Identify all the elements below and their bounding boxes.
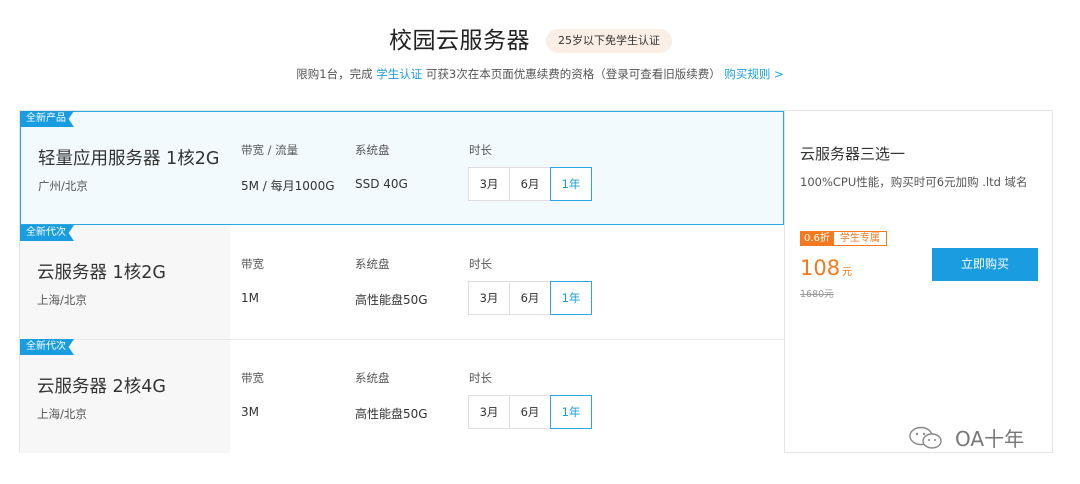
offer-description: 100%CPU性能，购买时可6元加购 .ltd 域名 [800,175,1028,189]
product-card-cvm-1c2g[interactable]: 全新代次 云服务器 1核2G 上海/北京 带宽 1M 系统盘 高性能盘50G 时… [20,225,784,339]
product-name: 云服务器 1核2G [37,263,166,283]
bandwidth-value: 5M / 每月1000G [241,179,335,193]
discount-rate: 0.6折 [800,231,834,246]
new-generation-tag: 全新代次 [20,225,74,241]
product-region: 广州/北京 [38,179,88,193]
duration-selector: 3月 6月 1年 [468,281,592,315]
page-title: 校园云服务器 [389,28,530,54]
watermark: OA十年 [907,423,1024,452]
student-badge: 25岁以下免学生认证 [546,29,672,53]
purchase-sidebar: 云服务器三选一 100%CPU性能，购买时可6元加购 .ltd 域名 0.6折 … [784,111,1052,452]
new-product-tag: 全新产品 [20,111,74,127]
disk-label: 系统盘 [355,143,390,157]
duration-option-1y[interactable]: 1年 [550,395,592,429]
watermark-text: OA十年 [955,427,1025,451]
disk-value: 高性能盘50G [355,293,428,307]
notice-text-start: 限购1台，完成 [296,67,377,81]
product-name: 云服务器 2核4G [37,377,166,397]
duration-label: 时长 [469,371,492,385]
duration-selector: 3月 6月 1年 [468,167,592,201]
discount-badge: 0.6折 学生专属 [800,231,887,246]
current-price: 108 元 [800,256,852,280]
new-generation-tag: 全新代次 [20,339,74,355]
disk-value: SSD 40G [355,177,408,191]
original-price: 1680元 [800,289,834,300]
duration-option-6m[interactable]: 6月 [509,167,551,201]
duration-option-3m[interactable]: 3月 [468,395,510,429]
purchase-rules-link[interactable]: 购买规则 > [724,67,783,81]
buy-now-button[interactable]: 立即购买 [932,248,1038,281]
bandwidth-value: 1M [241,291,259,305]
product-panel: 全新产品 轻量应用服务器 1核2G 广州/北京 带宽 / 流量 5M / 每月1… [19,110,1053,453]
product-name: 轻量应用服务器 1核2G [38,149,220,169]
duration-label: 时长 [469,257,492,271]
price-unit: 元 [842,267,853,278]
notice-text-middle: 可获3次在本页面优惠续费的资格（登录可查看旧版续费） [422,67,721,81]
duration-option-1y[interactable]: 1年 [550,167,592,201]
offer-title: 云服务器三选一 [800,145,906,163]
bandwidth-label: 带宽 [241,257,264,271]
bandwidth-label: 带宽 / 流量 [241,143,299,157]
duration-option-3m[interactable]: 3月 [468,281,510,315]
bandwidth-value: 3M [241,405,259,419]
disk-label: 系统盘 [355,371,390,385]
student-exclusive-label: 学生专属 [833,231,887,246]
product-card-lighthouse[interactable]: 全新产品 轻量应用服务器 1核2G 广州/北京 带宽 / 流量 5M / 每月1… [20,111,784,225]
product-region: 上海/北京 [37,293,87,307]
product-region: 上海/北京 [37,407,87,421]
duration-label: 时长 [469,143,492,157]
duration-option-1y[interactable]: 1年 [550,281,592,315]
title-row: 校园云服务器 25岁以下免学生认证 [0,24,1080,58]
product-card-cvm-2c4g[interactable]: 全新代次 云服务器 2核4G 上海/北京 带宽 3M 系统盘 高性能盘50G 时… [20,339,784,453]
duration-option-6m[interactable]: 6月 [509,395,551,429]
wechat-icon [909,426,942,449]
price-value: 108 [800,256,841,280]
purchase-notice: 限购1台，完成 学生认证 可获3次在本页面优惠续费的资格（登录可查看旧版续费） … [0,66,1080,82]
disk-label: 系统盘 [355,257,390,271]
student-auth-link[interactable]: 学生认证 [376,67,422,81]
duration-option-6m[interactable]: 6月 [509,281,551,315]
bandwidth-label: 带宽 [241,371,264,385]
duration-selector: 3月 6月 1年 [468,395,592,429]
duration-option-3m[interactable]: 3月 [468,167,510,201]
disk-value: 高性能盘50G [355,407,428,421]
